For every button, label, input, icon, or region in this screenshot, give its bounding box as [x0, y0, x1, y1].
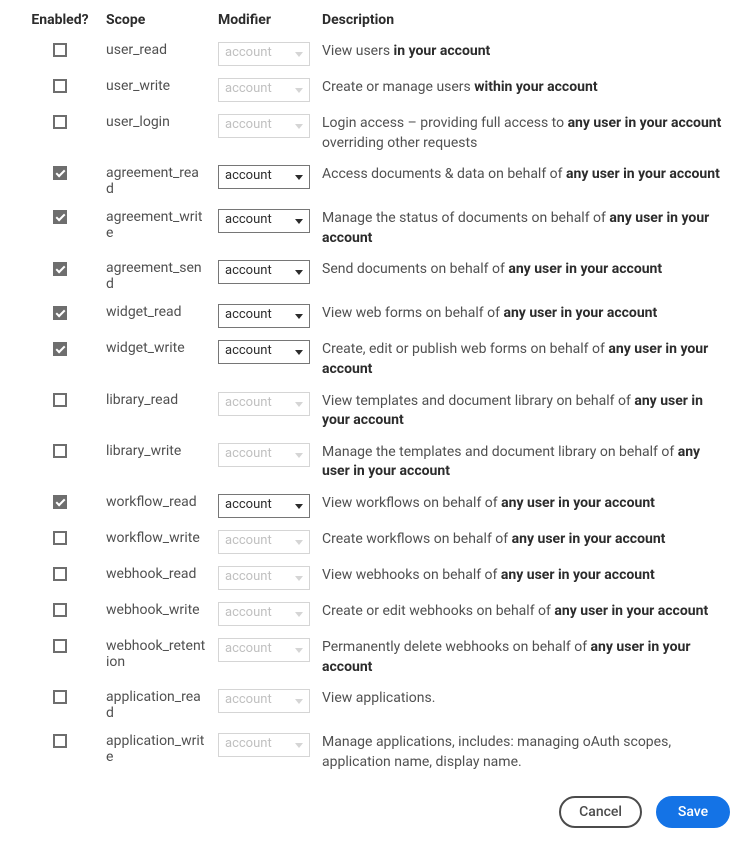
modifier-select: account	[218, 566, 310, 590]
enabled-checkbox[interactable]	[53, 444, 67, 458]
enabled-checkbox[interactable]	[53, 734, 67, 748]
enabled-checkbox[interactable]	[53, 639, 67, 653]
table-row: agreement_send account Send documents on b…	[20, 254, 730, 298]
scope-label: application_read	[106, 689, 201, 721]
table-row: workflow_read account View workflows on be…	[20, 488, 730, 524]
scopes-table: Enabled? Scope Modifier Description user…	[20, 8, 730, 778]
header-enabled: Enabled?	[20, 8, 100, 36]
description-text: Access documents & data on behalf of any…	[322, 166, 720, 182]
enabled-checkbox[interactable]	[53, 166, 67, 180]
table-row: agreement_read account Access documents & …	[20, 159, 730, 203]
header-scope: Scope	[100, 8, 212, 36]
modifier-select: account	[218, 78, 310, 102]
modifier-select[interactable]: account	[218, 260, 310, 284]
scope-label: widget_write	[106, 340, 185, 356]
description-text: Create workflows on behalf of any user i…	[322, 531, 665, 547]
table-row: workflow_write account Create workflows on…	[20, 524, 730, 560]
table-row: agreement_write account Manage the status …	[20, 203, 730, 254]
table-row: library_read account View templates and do…	[20, 386, 730, 437]
enabled-checkbox[interactable]	[53, 567, 67, 581]
scope-label: user_write	[106, 78, 170, 94]
enabled-checkbox[interactable]	[53, 393, 67, 407]
header-description: Description	[316, 8, 730, 36]
scope-label: library_read	[106, 392, 178, 408]
modifier-select[interactable]: account	[218, 165, 310, 189]
cancel-button[interactable]: Cancel	[559, 796, 642, 828]
scope-label: agreement_send	[106, 260, 202, 292]
enabled-checkbox[interactable]	[53, 79, 67, 93]
description-text: View web forms on behalf of any user in …	[322, 305, 657, 321]
modifier-select: account	[218, 42, 310, 66]
enabled-checkbox[interactable]	[53, 115, 67, 129]
enabled-checkbox[interactable]	[53, 43, 67, 57]
modifier-select[interactable]: account	[218, 209, 310, 233]
enabled-checkbox[interactable]	[53, 603, 67, 617]
description-text: Login access – providing full access to …	[322, 115, 721, 151]
scope-label: webhook_write	[106, 602, 200, 618]
modifier-select: account	[218, 443, 310, 467]
scope-label: library_write	[106, 443, 181, 459]
table-row: webhook_write account Create or edit webho…	[20, 596, 730, 632]
button-row: Cancel Save	[20, 796, 730, 828]
description-text: View users in your account	[322, 43, 490, 59]
enabled-checkbox[interactable]	[53, 262, 67, 276]
modifier-select[interactable]: account	[218, 494, 310, 518]
scope-label: user_read	[106, 42, 167, 58]
table-row: widget_write account Create, edit or publi…	[20, 334, 730, 385]
enabled-checkbox[interactable]	[53, 531, 67, 545]
modifier-select: account	[218, 530, 310, 554]
table-row: application_read account View applications…	[20, 683, 730, 727]
description-text: Manage applications, includes: managing …	[322, 734, 671, 770]
description-text: View templates and document library on b…	[322, 393, 703, 429]
modifier-select: account	[218, 392, 310, 416]
scope-label: workflow_read	[106, 494, 197, 510]
description-text: Create or edit webhooks on behalf of any…	[322, 603, 708, 619]
scope-label: user_login	[106, 114, 170, 130]
modifier-select: account	[218, 689, 310, 713]
table-row: user_read account View users in your accou…	[20, 36, 730, 72]
description-text: View webhooks on behalf of any user in y…	[322, 567, 655, 583]
modifier-select[interactable]: account	[218, 304, 310, 328]
modifier-select: account	[218, 114, 310, 138]
scope-label: webhook_retention	[106, 638, 205, 670]
modifier-select: account	[218, 602, 310, 626]
description-text: View applications.	[322, 690, 435, 706]
description-text: View workflows on behalf of any user in …	[322, 495, 655, 511]
description-text: Create or manage users within your accou…	[322, 79, 598, 95]
scope-label: widget_read	[106, 304, 182, 320]
header-modifier: Modifier	[212, 8, 316, 36]
description-text: Permanently delete webhooks on behalf of…	[322, 639, 690, 675]
save-button[interactable]: Save	[656, 796, 730, 828]
table-row: application_write account Manage applicati…	[20, 727, 730, 778]
table-row: user_write account Create or manage users …	[20, 72, 730, 108]
table-row: widget_read account View web forms on beha…	[20, 298, 730, 334]
description-text: Send documents on behalf of any user in …	[322, 261, 662, 277]
scope-label: workflow_write	[106, 530, 200, 546]
table-row: user_login account Login access – providin…	[20, 108, 730, 159]
scope-label: webhook_read	[106, 566, 196, 582]
modifier-select[interactable]: account	[218, 340, 310, 364]
description-text: Manage the templates and document librar…	[322, 444, 700, 480]
enabled-checkbox[interactable]	[53, 342, 67, 356]
enabled-checkbox[interactable]	[53, 690, 67, 704]
enabled-checkbox[interactable]	[53, 210, 67, 224]
enabled-checkbox[interactable]	[53, 495, 67, 509]
enabled-checkbox[interactable]	[53, 306, 67, 320]
modifier-select: account	[218, 638, 310, 662]
table-row: library_write account Manage the templates…	[20, 437, 730, 488]
scope-label: agreement_read	[106, 165, 199, 197]
description-text: Create, edit or publish web forms on beh…	[322, 341, 708, 377]
description-text: Manage the status of documents on behalf…	[322, 210, 709, 246]
table-row: webhook_retention account Permanently dele…	[20, 632, 730, 683]
table-row: webhook_read account View webhooks on beha…	[20, 560, 730, 596]
modifier-select: account	[218, 733, 310, 757]
scope-label: application_write	[106, 733, 204, 765]
scope-label: agreement_write	[106, 209, 203, 241]
